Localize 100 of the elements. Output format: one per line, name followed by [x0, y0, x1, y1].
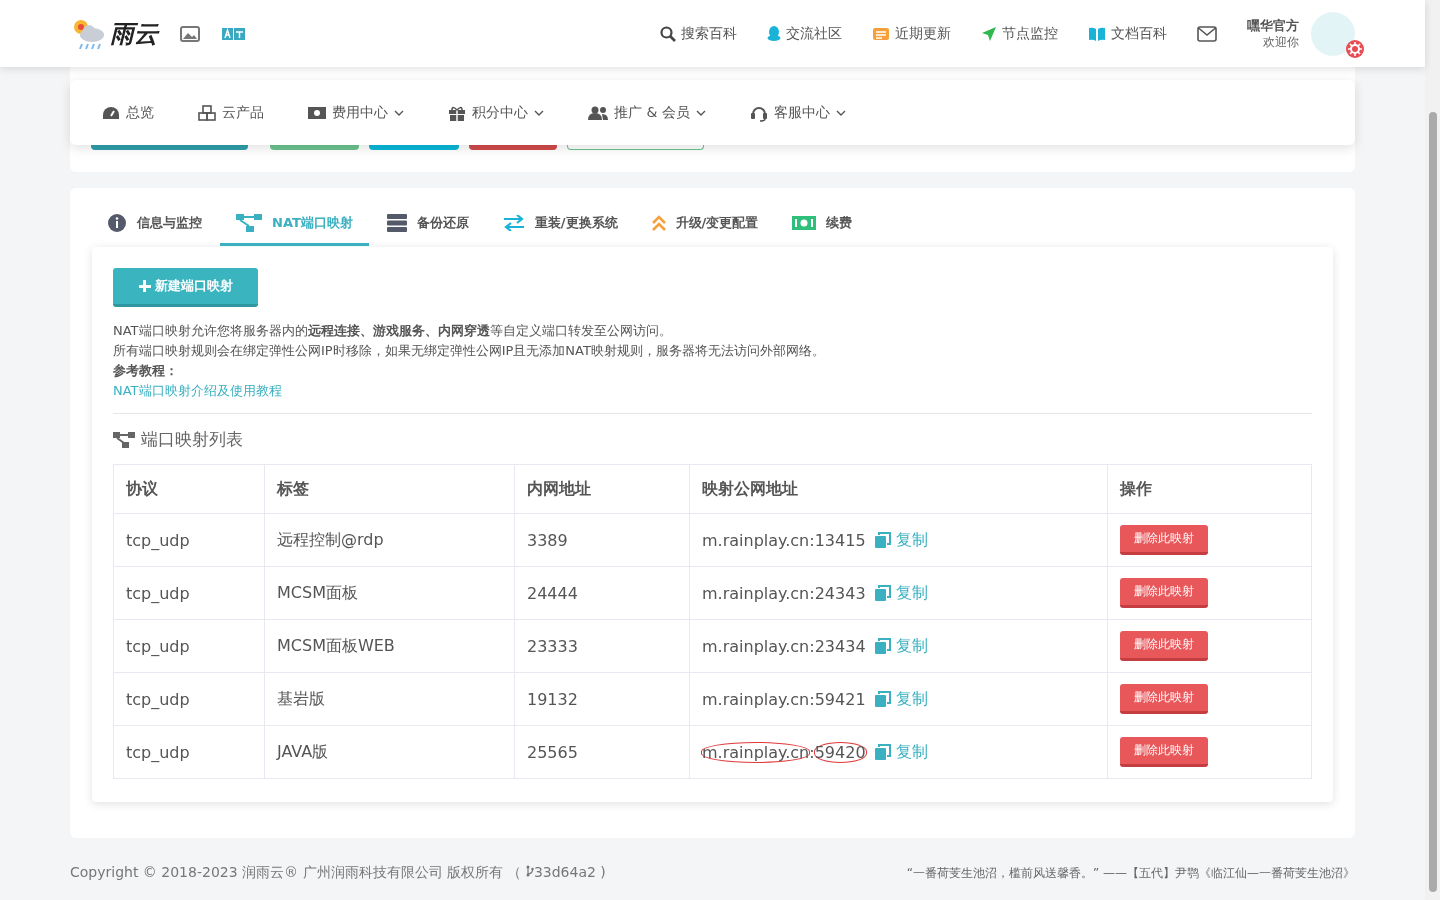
- tab[interactable]: 备份还原: [386, 202, 485, 246]
- host-text: m.rainplay.cn: [702, 583, 810, 603]
- tab[interactable]: 续费: [792, 202, 869, 246]
- delete-button[interactable]: 删除此映射: [1120, 631, 1208, 661]
- copyright-text: Copyright © 2018-2023 润雨云® 广州润雨科技有限公司 版权所有 （: [70, 864, 523, 880]
- avatar[interactable]: [1311, 11, 1355, 56]
- sitemap-icon: [113, 430, 135, 449]
- copy-icon: [874, 532, 891, 548]
- cubes-icon: [198, 104, 216, 121]
- copy-icon: [874, 744, 891, 760]
- table-cell: tcp_udp: [113, 725, 265, 779]
- nav-link[interactable]: 交流社区: [767, 24, 842, 43]
- table-cell: 24444: [514, 566, 690, 620]
- delete-button[interactable]: 删除此映射: [1120, 578, 1208, 608]
- tab[interactable]: 重装/更换系统: [502, 202, 634, 246]
- search-icon: [660, 25, 676, 42]
- port-text: 13415: [814, 530, 866, 550]
- users-icon: [588, 105, 608, 120]
- column-header: 协议: [113, 464, 265, 514]
- menu-item[interactable]: 客服中心: [749, 103, 846, 122]
- table-cell: 25565: [514, 725, 690, 779]
- colon-text: :: [809, 530, 815, 550]
- logo-text: 雨云: [110, 18, 158, 50]
- colon-text: :: [809, 583, 815, 603]
- swap-arrows-icon: [502, 214, 525, 231]
- port-text: 24343: [814, 583, 866, 603]
- copy-icon: [874, 585, 891, 601]
- server-icon: [386, 213, 407, 232]
- table-cell: tcp_udp: [113, 513, 265, 567]
- menu-item[interactable]: 云产品: [198, 103, 264, 122]
- menu-item[interactable]: 费用中心: [308, 103, 404, 122]
- info-icon: [107, 212, 127, 233]
- commit-text: 33d64a2 ): [533, 864, 606, 880]
- host-text: m.rainplay.cn: [702, 689, 810, 709]
- branch-icon: [525, 865, 534, 877]
- host-text: m.rainplay.cn: [701, 741, 811, 763]
- book-icon: [1088, 26, 1106, 41]
- quote-text: “一番荷芰生池沼，槛前风送馨香。” ——【五代】尹鹗《临江仙—一番荷芰生池沼》: [906, 864, 1355, 882]
- table-cell: 远程控制@rdp: [264, 513, 515, 567]
- table-cell: tcp_udp: [113, 566, 265, 620]
- table-cell: JAVA版: [264, 725, 515, 779]
- column-header: 映射公网地址: [689, 464, 1108, 514]
- chevrons-up-icon: [651, 214, 666, 231]
- penguin-icon: [767, 25, 781, 42]
- copy-icon: [874, 691, 891, 707]
- gift-icon: [448, 104, 466, 121]
- user-name[interactable]: 嘿华官方: [1247, 17, 1299, 34]
- table-cell: 3389: [514, 513, 690, 567]
- table-cell: MCSM面板: [264, 566, 515, 620]
- caret-icon: [695, 109, 706, 116]
- mail-icon[interactable]: [1197, 25, 1217, 42]
- column-header: 操作: [1107, 464, 1312, 514]
- copy-icon: [874, 638, 891, 654]
- caret-icon: [394, 109, 404, 116]
- logo[interactable]: 雨云: [70, 15, 158, 52]
- colon-text: :: [809, 636, 815, 656]
- colon-text: :: [809, 689, 815, 709]
- image-icon[interactable]: [180, 25, 200, 42]
- nav-link[interactable]: 节点监控: [981, 24, 1058, 43]
- nav-link[interactable]: 搜索百科: [660, 24, 737, 43]
- intro-text: NAT端口映射允许您将服务器内的远程连接、游戏服务、内网穿透等自定义端口转发至公网访问。: [113, 322, 673, 340]
- column-header: 内网地址: [514, 464, 690, 514]
- port-text: 59420: [813, 741, 867, 763]
- delete-button[interactable]: 删除此映射: [1120, 737, 1208, 767]
- menu-item[interactable]: 总览: [102, 103, 154, 122]
- banknote-icon: [792, 215, 817, 230]
- nav-link[interactable]: 文档百科: [1088, 24, 1167, 43]
- table-cell: 23333: [514, 619, 690, 673]
- banknote-icon: [308, 106, 326, 119]
- table-cell: 基岩版: [264, 672, 515, 726]
- caret-icon: [534, 109, 544, 116]
- newspaper-icon: [872, 26, 890, 41]
- host-text: m.rainplay.cn: [702, 530, 810, 550]
- nav-link[interactable]: 近期更新: [872, 24, 951, 43]
- intro-text: 所有端口映射规则会在绑定弹性公网IP时移除，如果无绑定弹性公网IP且无添加NAT映射规则，服务器将无法访问外部网络。: [113, 342, 826, 360]
- list-title: 端口映射列表: [141, 428, 243, 451]
- greeting-text: 欢迎你: [1263, 33, 1299, 50]
- menu-item[interactable]: 积分中心: [448, 103, 544, 122]
- table-cell: MCSM面板WEB: [264, 619, 515, 673]
- host-text: m.rainplay.cn: [702, 636, 810, 656]
- colon-text: :: [809, 742, 815, 762]
- gauge-icon: [102, 104, 120, 121]
- scrollbar[interactable]: [1425, 0, 1440, 900]
- sitemap-icon: [236, 212, 262, 233]
- delete-button[interactable]: 删除此映射: [1120, 684, 1208, 714]
- table-cell: tcp_udp: [113, 672, 265, 726]
- tab[interactable]: 升级/变更配置: [651, 202, 775, 246]
- menu-item[interactable]: 推广 & 会员: [588, 103, 706, 122]
- caret-icon: [835, 109, 846, 116]
- translate-icon[interactable]: [222, 26, 246, 41]
- port-text: 59421: [814, 689, 866, 709]
- tab[interactable]: 信息与监控: [107, 202, 218, 246]
- gear-icon: [1346, 39, 1364, 58]
- column-header: 标签: [264, 464, 515, 514]
- intro-text: 参考教程：: [113, 362, 179, 380]
- port-text: 23434: [814, 636, 866, 656]
- paper-plane-icon: [981, 25, 997, 42]
- table-cell: tcp_udp: [113, 619, 265, 673]
- table-cell: 19132: [514, 672, 690, 726]
- delete-button[interactable]: 删除此映射: [1120, 525, 1208, 555]
